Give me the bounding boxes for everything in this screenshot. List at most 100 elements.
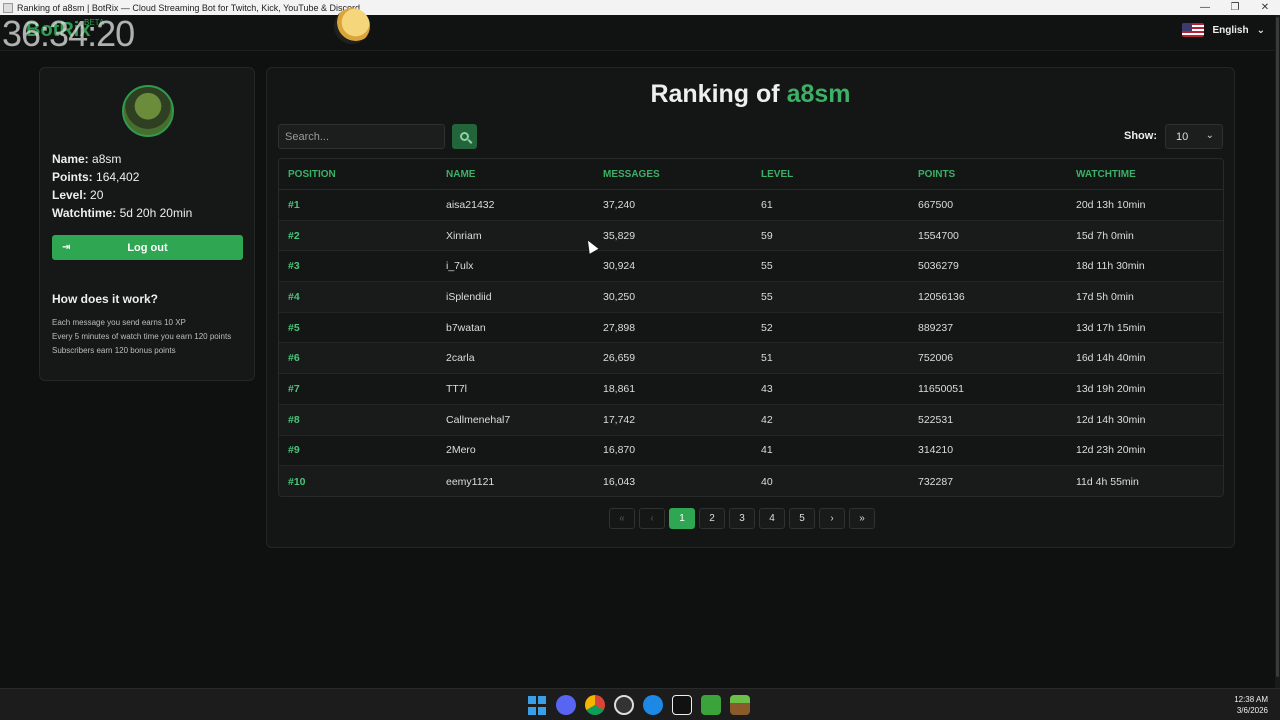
cell-watchtime: 17d 5h 0min [1076, 290, 1134, 303]
how-it-works-list: Each message you send earns 10 XP Every … [52, 316, 231, 358]
close-button[interactable]: ✕ [1250, 2, 1280, 13]
cell-level: 52 [761, 321, 773, 334]
windows-start-icon[interactable] [527, 695, 547, 715]
cell-points: 522531 [918, 413, 954, 426]
cell-messages: 17,742 [603, 413, 636, 426]
language-selector[interactable]: English ⌄ [1182, 23, 1265, 37]
cell-level: 59 [761, 229, 773, 242]
ranking-table: Position Name Messages Level Points Watc… [278, 158, 1224, 497]
search-input[interactable] [278, 124, 445, 149]
cell-watchtime: 15d 7h 0min [1076, 229, 1134, 242]
column-header-messages[interactable]: Messages [594, 169, 752, 180]
column-header-position[interactable]: Position [279, 169, 437, 180]
scrollbar-thumb[interactable] [1276, 17, 1279, 677]
cell-level: 41 [761, 444, 773, 457]
sign-out-icon: ⇥ [62, 242, 71, 253]
table-row: #2 Xinriam 35,829 59 1554700 15d 7h 0min [279, 220, 1223, 252]
tiktok-live-icon[interactable] [672, 695, 692, 715]
table-row: #7 TT7l 18,861 43 11650051 13d 19h 20min [279, 374, 1223, 405]
table-row: #6 2carla 26,659 51 752006 16d 14h 40min [279, 343, 1223, 375]
show-count-select[interactable]: 10 ⌄ [1165, 124, 1223, 149]
stat-watchtime: Watchtime: 5d 20h 20min [52, 204, 192, 222]
cell-position: #3 [288, 260, 300, 273]
cell-name: aisa21432 [446, 198, 495, 211]
site-header: BotRix BETA 36:34:20 English ⌄ [0, 8, 1275, 54]
language-label: English [1212, 24, 1249, 36]
cell-points: 1554700 [918, 229, 959, 242]
table-row: #10 eemy1121 16,043 40 732287 11d 4h 55min [279, 466, 1223, 496]
profile-stats: Name: a8sm Points: 164,402 Level: 20 Wat… [52, 150, 192, 222]
page-button-4[interactable]: 4 [759, 508, 785, 529]
taskbar: 12:38 AM 3/6/2026 [0, 688, 1280, 720]
how-item: Every 5 minutes of watch time you earn 1… [52, 332, 232, 341]
cell-name: Callmenehal7 [446, 413, 511, 426]
page-button-2[interactable]: 2 [699, 508, 725, 529]
minecraft-icon[interactable] [730, 695, 750, 715]
first-page-button[interactable]: « [609, 508, 635, 529]
stat-name: Name: a8sm [52, 150, 192, 168]
cell-position: #8 [288, 413, 300, 426]
page-scrollbar[interactable] [1275, 15, 1280, 688]
column-header-name[interactable]: Name [437, 169, 594, 180]
page-button-3[interactable]: 3 [729, 508, 755, 529]
search-button[interactable] [452, 124, 477, 149]
cell-watchtime: 13d 17h 15min [1076, 321, 1146, 334]
cell-name: b7watan [446, 321, 486, 334]
cell-watchtime: 13d 19h 20min [1076, 382, 1146, 395]
bot-app-icon[interactable] [643, 695, 663, 715]
cell-level: 40 [761, 475, 773, 488]
tab-favicon-icon [3, 2, 13, 13]
chrome-icon[interactable] [585, 695, 605, 715]
cell-position: #1 [288, 198, 300, 211]
table-row: #3 i_7ulx 30,924 55 5036279 18d 11h 30min [279, 251, 1223, 283]
chevron-down-icon: ⌄ [1205, 130, 1214, 141]
cell-messages: 16,043 [603, 475, 636, 488]
column-header-watchtime[interactable]: Watchtime [1067, 169, 1223, 180]
cell-name: Xinriam [446, 229, 482, 242]
cell-points: 889237 [918, 321, 954, 334]
how-it-works-title: How does it work? [52, 292, 159, 306]
clock-date: 3/6/2026 [1236, 706, 1268, 715]
cell-level: 51 [761, 352, 773, 365]
cell-position: #5 [288, 321, 300, 334]
last-page-button[interactable]: » [849, 508, 875, 529]
search-icon [460, 132, 469, 141]
stat-level: Level: 20 [52, 186, 192, 204]
next-page-button[interactable]: › [819, 508, 845, 529]
clock-time: 12:38 AM [1234, 695, 1268, 704]
cell-messages: 16,870 [603, 444, 636, 457]
cell-level: 42 [761, 413, 773, 426]
title-username: a8sm [786, 80, 851, 108]
table-row: #9 2Mero 16,870 41 314210 12d 23h 20min [279, 436, 1223, 467]
system-clock[interactable]: 12:38 AM 3/6/2026 [1234, 694, 1268, 716]
name-label: Name: [52, 152, 89, 166]
column-header-level[interactable]: Level [752, 169, 909, 180]
prev-page-button[interactable]: ‹ [639, 508, 665, 529]
cell-level: 43 [761, 382, 773, 395]
cell-points: 12056136 [918, 290, 965, 303]
minimize-button[interactable]: — [1190, 2, 1220, 13]
table-row: #1 aisa21432 37,240 61 667500 20d 13h 10min [279, 190, 1223, 221]
cell-watchtime: 20d 13h 10min [1076, 198, 1146, 211]
page-button-1[interactable]: 1 [669, 508, 695, 529]
level-label: Level: [52, 188, 87, 202]
column-header-points[interactable]: Points [909, 169, 1067, 180]
table-row: #4 iSplendiid 30,250 55 12056136 17d 5h 0min [279, 282, 1223, 313]
logout-button[interactable]: ⇥ Log out [52, 235, 243, 260]
cell-level: 61 [761, 198, 773, 211]
ranking-card: Ranking of a8sm Show: 10 ⌄ Position Name… [266, 67, 1235, 548]
cell-points: 11650051 [918, 382, 964, 395]
maximize-button[interactable]: ❐ [1220, 2, 1250, 13]
level-value: 20 [90, 188, 104, 202]
page-button-5[interactable]: 5 [789, 508, 815, 529]
watchtime-value: 5d 20h 20min [119, 206, 193, 220]
stream-timer-overlay: 36:34:20 [2, 13, 135, 54]
obs-icon[interactable] [614, 695, 634, 715]
creeper-icon[interactable] [701, 695, 721, 715]
chevron-down-icon: ⌄ [1256, 24, 1265, 36]
discord-icon[interactable] [556, 695, 576, 715]
cell-messages: 30,250 [603, 290, 636, 303]
cell-points: 667500 [918, 198, 954, 211]
cell-name: 2Mero [446, 444, 476, 457]
taskbar-apps [527, 695, 750, 715]
